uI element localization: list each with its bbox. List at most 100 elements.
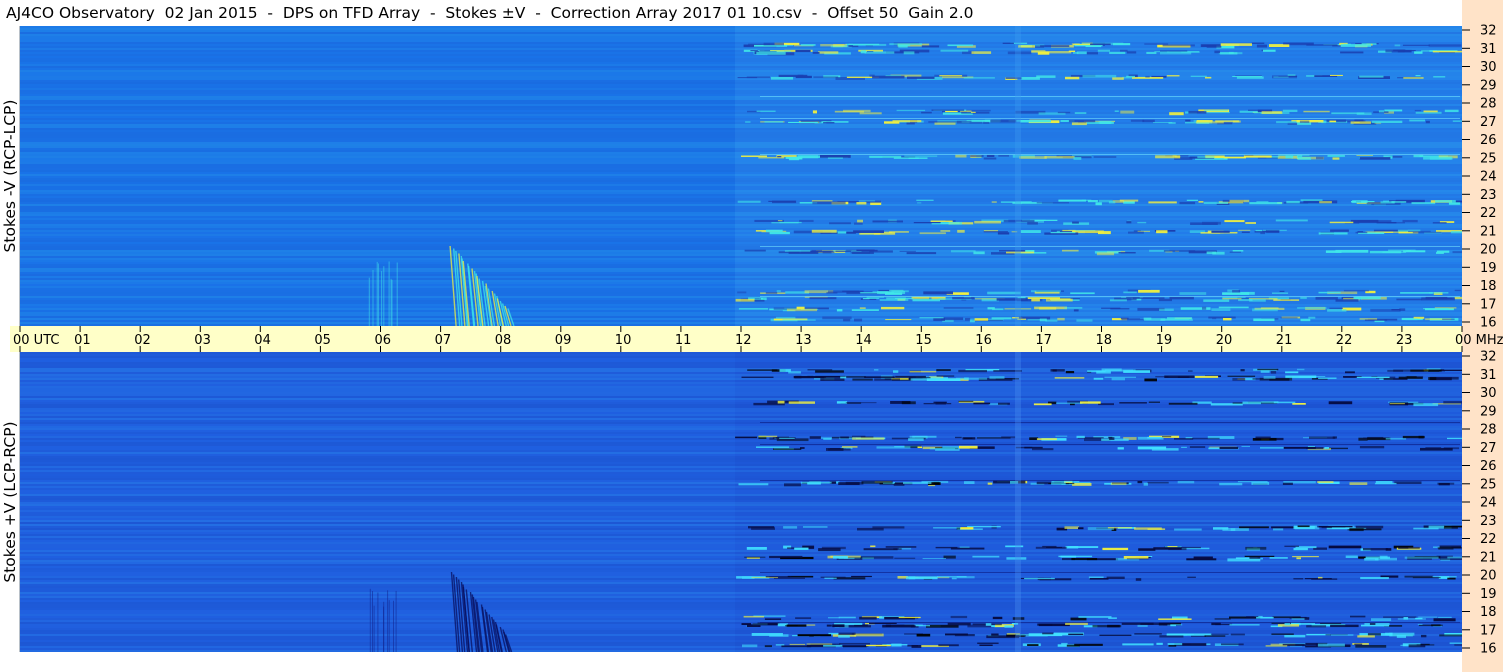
heatmap-band: [20, 552, 1462, 554]
interference-streak: [1126, 558, 1149, 560]
interference-streak: [789, 643, 806, 646]
heatmap-band: [20, 450, 1462, 452]
interference-streak: [1400, 644, 1407, 646]
interference-streak: [800, 44, 816, 46]
interference-streak: [998, 155, 1009, 157]
interference-streak: [1309, 436, 1336, 439]
interference-streak: [773, 577, 805, 579]
interference-streak: [1273, 299, 1300, 301]
interference-streak: [1292, 403, 1306, 405]
heatmap-band: [20, 192, 1462, 194]
heatmap-band: [20, 312, 1462, 314]
interference-streak: [1394, 44, 1401, 47]
heatmap-band: [20, 442, 1462, 444]
interference-streak: [974, 220, 1001, 224]
interference-streak: [1327, 309, 1347, 312]
interference-streak: [1308, 316, 1316, 319]
interference-streak: [826, 624, 832, 627]
heatmap-band: [20, 108, 1462, 110]
interference-streak: [756, 52, 786, 55]
heatmap-band: [20, 506, 1462, 508]
interference-streak: [897, 44, 911, 47]
heatmap-band: [20, 272, 1462, 274]
interference-streak: [1263, 49, 1276, 52]
heatmap-band: [20, 280, 1462, 282]
interference-streak: [1004, 625, 1013, 628]
heatmap-band: [20, 470, 1462, 472]
heatmap-band: [20, 28, 1462, 30]
interference-streak: [1167, 546, 1178, 548]
interference-streak: [989, 376, 1005, 379]
heatmap-band: [20, 212, 1462, 214]
interference-streak: [1109, 299, 1127, 302]
heatmap-band: [20, 52, 1462, 54]
interference-streak: [1051, 481, 1080, 483]
interference-streak: [1371, 618, 1392, 621]
heatmap-band: [20, 260, 1462, 262]
heatmap-band: [20, 366, 1462, 368]
heatmap-band: [20, 170, 1462, 172]
interference-streak: [1037, 51, 1050, 55]
interference-streak: [1046, 298, 1073, 302]
interference-streak: [773, 448, 802, 450]
interference-streak: [1210, 633, 1229, 635]
heatmap-band: [20, 580, 1462, 582]
heatmap-band: [20, 368, 1462, 370]
heatmap-band: [20, 226, 1462, 228]
heatmap-band: [20, 600, 1462, 602]
heatmap-band: [20, 568, 1462, 570]
heatmap-band: [20, 514, 1462, 516]
interference-streak: [860, 556, 894, 559]
interference-streak: [1223, 156, 1246, 159]
interference-streak: [1196, 120, 1213, 123]
interference-streak: [894, 557, 916, 559]
interference-streak: [933, 527, 961, 529]
interference-streak: [917, 446, 922, 449]
interference-streak: [1089, 578, 1109, 580]
heatmap-band: [20, 504, 1462, 506]
interference-streak: [948, 221, 962, 225]
interference-streak: [1258, 615, 1263, 618]
time-axis-bar: [10, 326, 1472, 352]
interference-streak: [1318, 232, 1348, 235]
interference-streak: [777, 220, 783, 222]
interference-streak: [1190, 222, 1218, 225]
interference-line: [760, 572, 1460, 573]
interference-streak: [1329, 221, 1354, 224]
interference-streak: [1350, 121, 1371, 124]
interference-streak: [1170, 624, 1176, 627]
heatmap-band: [20, 494, 1462, 496]
interference-streak: [1317, 643, 1345, 647]
interference-streak: [1111, 377, 1125, 381]
heatmap-band: [20, 604, 1462, 606]
interference-streak: [1230, 633, 1245, 636]
interference-streak: [1439, 634, 1462, 637]
interference-streak: [973, 402, 991, 405]
interference-streak: [1181, 546, 1201, 549]
interference-streak: [1349, 482, 1368, 485]
interference-streak: [1086, 52, 1098, 55]
interference-streak: [1190, 75, 1207, 77]
interference-streak: [913, 222, 941, 224]
interference-streak: [1444, 525, 1462, 528]
interference-streak: [1318, 291, 1341, 294]
heatmap-band: [20, 320, 1462, 322]
interference-streak: [823, 438, 832, 440]
interference-streak: [1279, 290, 1285, 292]
heatmap-band: [20, 608, 1462, 610]
interference-streak: [741, 376, 774, 378]
interference-streak: [1271, 633, 1294, 635]
interference-streak: [1280, 317, 1298, 319]
heatmap-band: [20, 606, 1462, 608]
interference-streak: [738, 483, 769, 486]
heatmap-band: [20, 104, 1462, 106]
interference-streak: [1293, 548, 1308, 551]
interference-streak: [1137, 624, 1148, 627]
interference-streak: [1020, 230, 1041, 233]
heatmap-band: [20, 144, 1462, 146]
interference-streak: [1260, 232, 1265, 235]
interference-streak: [1245, 222, 1256, 224]
chart-title: AJ4CO Observatory 02 Jan 2015 - DPS on T…: [6, 4, 974, 22]
heatmap-band: [20, 36, 1462, 38]
interference-streak: [957, 229, 965, 233]
